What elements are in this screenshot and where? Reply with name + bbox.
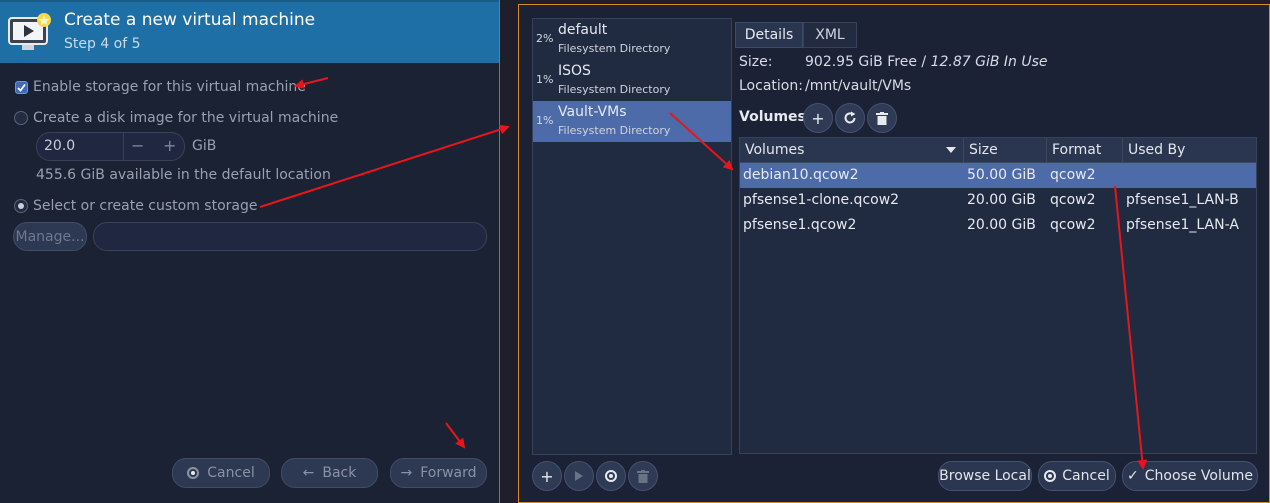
- arrow-to-choose-volume: [1114, 185, 1148, 470]
- arrow-to-forward: [445, 422, 466, 449]
- arrow-to-enable-storage: [294, 77, 329, 89]
- arrow-to-volume: [669, 112, 734, 171]
- arrow-to-storage-dialog: [259, 124, 510, 208]
- annotation-arrows: [259, 77, 1148, 470]
